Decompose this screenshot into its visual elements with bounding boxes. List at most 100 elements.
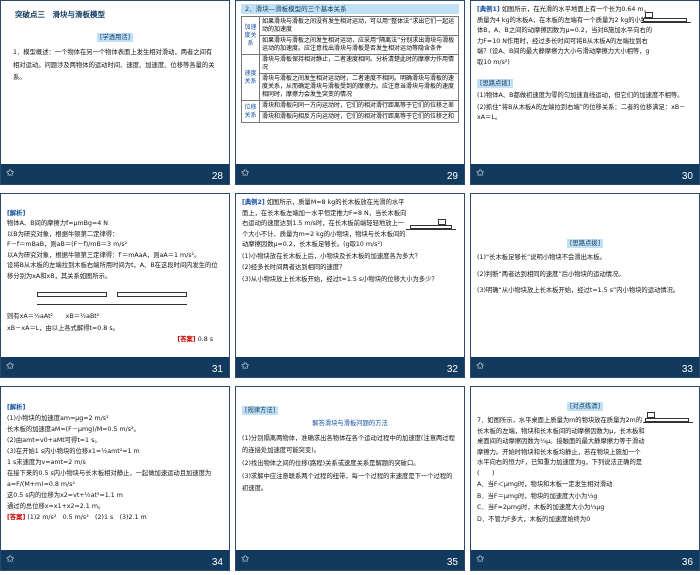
slide-footer: ✩ 31 bbox=[1, 357, 229, 377]
slide-content: [思路点拨] (1)“长木板足够长”说明小物块不会滑出木板。 (2)判断“两者达… bbox=[471, 194, 699, 357]
slide-number: 36 bbox=[681, 557, 693, 568]
slide-content: [典例2] 如图所示，质量M=8 kg的长木板放在光滑的水平面上，在长木板左端加… bbox=[236, 194, 464, 357]
body-text: 物体A、B间的摩擦力f=μmBg=4 N 以B为研究对象，根据牛顿第二定律得： … bbox=[7, 220, 218, 280]
slide-grid: 突破点三 滑块与滑板模型 [学透用活] 1．模型概述：一个物体在另一个物体表面上… bbox=[0, 0, 700, 575]
slide-28[interactable]: 突破点三 滑块与滑板模型 [学透用活] 1．模型概述：一个物体在另一个物体表面上… bbox=[0, 0, 230, 185]
board-block bbox=[410, 225, 452, 229]
analysis-label: [解析] bbox=[7, 209, 26, 217]
answer-label: [答案] bbox=[177, 336, 196, 343]
table-cell: 滑块与滑板之间发生相对运动时，二者速度不相同。明确滑块与滑板的速度关系，从而确定… bbox=[259, 73, 459, 101]
option-d[interactable]: D．不管力F多大，木板的加速度始终为0 bbox=[477, 515, 693, 526]
slide-content: [规律方法] 解答滑块与滑板问题的方法 (1)分别隔离两物体，准确求出各物体在各… bbox=[236, 387, 464, 550]
answer-text: (1)2 m/s² 0.5 m/s² (2)1 s (3)2.1 m bbox=[27, 514, 147, 521]
board-figure bbox=[406, 216, 456, 230]
body-text: 如图所示，质量M=8 kg的长木板放在光滑的水平面上，在长木板左端加一水平恒定推… bbox=[242, 199, 407, 248]
relation-table: 加速度关系 如果滑块与滑板之间没有发生相对运动，可以用“整体法”求出它们一起运动… bbox=[241, 16, 459, 123]
equation-text: 则有xA＝½aAt² xB＝½aBt² bbox=[7, 313, 100, 320]
star-icon: ✩ bbox=[241, 168, 250, 179]
tag-label: [学透用活] bbox=[96, 33, 134, 42]
star-icon: ✩ bbox=[241, 554, 250, 565]
slide-footer: ✩ 33 bbox=[471, 357, 699, 377]
answer-text: 0.8 s bbox=[197, 336, 213, 343]
slide-36[interactable]: [对点练清] 7．如图所示，水平桌面上质量为m的物块放在质量为2m的长木板的左端… bbox=[470, 386, 700, 571]
answer-label: [答案] bbox=[7, 514, 26, 521]
problem-text: 7．如图所示，水平桌面上质量为m的物块放在质量为2m的长木板的左端，物块和长木板… bbox=[477, 417, 661, 477]
slide-footer: ✩ 36 bbox=[471, 550, 699, 570]
hint-text: (2)抓住“将B从木板A的左端拉到右端”的位移关系：二者的位移满足：xB－xA＝… bbox=[477, 103, 686, 122]
slide-number: 33 bbox=[681, 364, 693, 375]
example-label: [典例2] bbox=[242, 199, 265, 206]
star-icon: ✩ bbox=[476, 361, 485, 372]
method-text: (1)分别隔离两物体，准确求出各物体在各个运动过程中的加速度(注意两过程的连接处… bbox=[242, 434, 455, 454]
hint-text: (3)明确“从小物块放上长木板开始，经过t=1.5 s”内小物块的运动情况。 bbox=[477, 287, 680, 294]
method-title: 解答滑块与滑板问题的方法 bbox=[312, 420, 388, 427]
tag-label: [对点练清] bbox=[566, 402, 604, 411]
star-icon: ✩ bbox=[6, 361, 15, 372]
slide-33[interactable]: [思路点拨] (1)“长木板足够长”说明小物块不会滑出木板。 (2)判断“两者达… bbox=[470, 193, 700, 378]
method-text: (3)求解中应注意联系两个过程的纽带，每一个过程的末速度是下一个过程的初速度。 bbox=[242, 472, 453, 492]
slide-content: [典例1] 如图所示，在光滑的水平地面上有一个长为0.64 m，质量为4 kg的… bbox=[471, 1, 699, 164]
option-b[interactable]: B．当F＝μmg时，物块的加速度大小为⅓g bbox=[477, 492, 693, 503]
option-c[interactable]: C．当F=2μmg时，木板的加速度大小为⅓μg bbox=[477, 503, 693, 514]
slide-content: [解析] (1)小物块的加速度am=μg=2 m/s² 长木板的加速度aM=(F… bbox=[1, 387, 229, 550]
star-icon: ✩ bbox=[476, 554, 485, 565]
board-block bbox=[117, 292, 187, 297]
method-text: (2)找出物体之间的位移(路程)关系或速度关系是解题的突破口。 bbox=[242, 459, 420, 467]
table-cell: 滑块与滑板保持相对静止，二者速度相同。分析清楚此时的摩擦力作用情况 bbox=[259, 54, 459, 74]
hint-text: (2)判断“两者达到相同的速度”后小物块的运动情况。 bbox=[477, 270, 625, 278]
slide-number: 35 bbox=[446, 557, 458, 568]
board-block bbox=[645, 418, 689, 422]
board-figure bbox=[643, 409, 693, 423]
body-text: (1)小物块的加速度am=μg=2 m/s² 长木板的加速度aM=(F－μmg)… bbox=[7, 415, 212, 510]
slide-footer: ✩ 28 bbox=[1, 164, 229, 184]
slide-content: 2．滑块—滑板模型的三个基本关系 加速度关系 如果滑块与滑板之间没有发生相对运动… bbox=[236, 1, 464, 164]
table-cell: 如果滑块与滑板之间没有发生相对运动，可以用“整体法”求出它们一起运动的加速度 bbox=[259, 16, 459, 36]
tag-label: [思路点拨] bbox=[566, 239, 604, 248]
slide-35[interactable]: [规律方法] 解答滑块与滑板问题的方法 (1)分别隔离两物体，准确求出各物体在各… bbox=[235, 386, 465, 571]
slide-footer: ✩ 32 bbox=[236, 357, 464, 377]
star-icon: ✩ bbox=[6, 554, 15, 565]
slide-content: [解析] 物体A、B间的摩擦力f=μmBg=4 N 以B为研究对象，根据牛顿第二… bbox=[1, 194, 229, 357]
slide-content: [对点练清] 7．如图所示，水平桌面上质量为m的物块放在质量为2m的长木板的左端… bbox=[471, 387, 699, 550]
row-head: 速度关系 bbox=[241, 54, 260, 101]
board-block bbox=[37, 292, 107, 297]
question-text: (3)从小物块放上长木板开始，经过t=1.5 s小物块的位移大小为多少？ bbox=[242, 275, 438, 283]
slide-number: 30 bbox=[681, 171, 693, 182]
board-block bbox=[643, 18, 687, 22]
table-cell: 滑块和滑板向同一方向运动时，它们的相对滑行距离等于它们的位移之差 bbox=[259, 100, 459, 112]
board-figure bbox=[641, 9, 691, 23]
row-head: 位移关系 bbox=[241, 100, 260, 123]
section-heading: 突破点三 滑块与滑板模型 bbox=[15, 10, 105, 19]
star-icon: ✩ bbox=[241, 361, 250, 372]
analysis-label: [解析] bbox=[7, 404, 26, 411]
small-block bbox=[645, 12, 653, 18]
hint-text: (1)“长木板足够长”说明小物块不会滑出木板。 bbox=[477, 254, 606, 261]
slide-30[interactable]: [典例1] 如图所示，在光滑的水平地面上有一个长为0.64 m，质量为4 kg的… bbox=[470, 0, 700, 185]
tag-label: [思路点拨] bbox=[477, 79, 514, 88]
star-icon: ✩ bbox=[476, 168, 485, 179]
slide-number: 32 bbox=[446, 364, 458, 375]
slide-31[interactable]: [解析] 物体A、B间的摩擦力f=μmBg=4 N 以B为研究对象，根据牛顿第二… bbox=[0, 193, 230, 378]
question-text: (2)经多长时间两者达到相同的速度？ bbox=[242, 264, 346, 271]
displacement-figure bbox=[37, 284, 187, 310]
row-head: 加速度关系 bbox=[241, 16, 260, 55]
slide-number: 34 bbox=[211, 557, 223, 568]
slide-footer: ✩ 30 bbox=[471, 164, 699, 184]
example-label: [典例1] bbox=[477, 6, 500, 13]
slide-footer: ✩ 29 bbox=[236, 164, 464, 184]
ground-line bbox=[37, 304, 187, 305]
small-block bbox=[647, 412, 655, 418]
slide-footer: ✩ 35 bbox=[236, 550, 464, 570]
slide-number: 29 bbox=[446, 171, 458, 182]
option-a[interactable]: A．当F＜μmg时，物块和木板一定发生相对滑动 bbox=[477, 480, 693, 491]
slide-content: 突破点三 滑块与滑板模型 [学透用活] 1．模型概述：一个物体在另一个物体表面上… bbox=[1, 1, 229, 164]
star-icon: ✩ bbox=[6, 168, 15, 179]
tag-label: [规律方法] bbox=[242, 406, 279, 415]
hint-text: (1)物体A、B都做初速度为零的匀加速直线运动，但它们的加速度不相等。 bbox=[477, 92, 684, 99]
slide-footer: ✩ 34 bbox=[1, 550, 229, 570]
slide-34[interactable]: [解析] (1)小物块的加速度am=μg=2 m/s² 长木板的加速度aM=(F… bbox=[0, 386, 230, 571]
table-title: 2．滑块—滑板模型的三个基本关系 bbox=[241, 4, 459, 14]
slide-32[interactable]: [典例2] 如图所示，质量M=8 kg的长木板放在光滑的水平面上，在长木板左端加… bbox=[235, 193, 465, 378]
slide-29[interactable]: 2．滑块—滑板模型的三个基本关系 加速度关系 如果滑块与滑板之间没有发生相对运动… bbox=[235, 0, 465, 185]
table-cell: 如果滑块与滑板之间发生相对运动，应采用“隔离法”分别求出滑块与滑板运动的加速度。… bbox=[259, 35, 459, 55]
